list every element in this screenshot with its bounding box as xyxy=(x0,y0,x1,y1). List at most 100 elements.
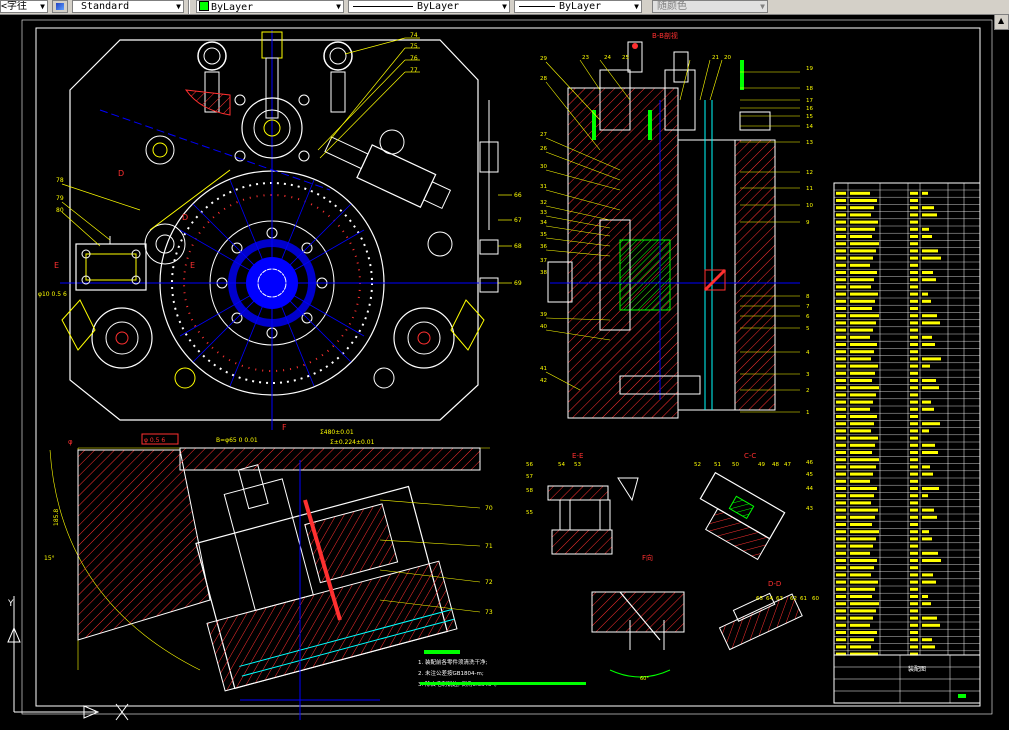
color-combo[interactable]: ByLayer ▼ xyxy=(196,0,344,13)
parts-row-text xyxy=(922,638,932,642)
parts-row-text xyxy=(836,501,846,505)
d-mark: D xyxy=(118,169,124,178)
balloon-text: 15 xyxy=(806,114,813,120)
parts-row-text xyxy=(910,623,918,627)
dim-sub: Σ±0.224±0.01 xyxy=(330,439,375,446)
parts-row-text xyxy=(910,616,918,620)
parts-row-text xyxy=(850,249,876,253)
parts-row-text xyxy=(910,458,918,462)
parts-row-text xyxy=(850,379,872,382)
parts-row-text xyxy=(922,278,936,282)
parts-row-text xyxy=(910,235,918,238)
parts-row-text xyxy=(836,350,846,354)
parts-row-text xyxy=(836,515,846,519)
text-style-combo[interactable]: Standard ▼ xyxy=(72,0,184,13)
d-mark: D xyxy=(182,213,188,222)
balloon-text: 42 xyxy=(540,378,547,384)
svg-text:Y: Y xyxy=(7,599,14,609)
text-style-icon[interactable] xyxy=(52,0,68,13)
parts-row-text xyxy=(922,443,935,447)
parts-row-text xyxy=(850,371,875,375)
parts-row-text xyxy=(850,263,870,267)
balloon-text: 7 xyxy=(806,304,810,310)
balloon-text: 51 xyxy=(714,462,721,468)
parts-row-text xyxy=(836,451,846,454)
balloon-text: 5 xyxy=(806,326,810,332)
parts-row-text xyxy=(922,292,928,296)
parts-row-text xyxy=(850,422,874,426)
parts-row-text xyxy=(850,573,871,577)
dropdown-arrow-icon: ▼ xyxy=(176,2,181,11)
parts-row-text xyxy=(850,544,873,548)
parts-row-text xyxy=(922,645,935,649)
detail-cc: C-C xyxy=(699,452,786,561)
parts-row-text xyxy=(836,407,846,411)
parts-row-text xyxy=(850,479,870,483)
parts-row-text xyxy=(850,386,879,390)
parts-row-text xyxy=(836,357,846,361)
balloon-text: 32 xyxy=(540,200,547,206)
parts-row-text xyxy=(836,487,846,490)
parts-row-text xyxy=(910,386,918,390)
parts-row-text xyxy=(910,559,918,562)
f-arrow-label: F xyxy=(282,423,287,432)
ref-dimension: φ10 0.5 6 xyxy=(38,291,67,298)
title-block: 装配图 xyxy=(833,654,981,704)
balloon-text: 11 xyxy=(806,186,813,192)
parts-row-text xyxy=(850,551,870,555)
balloon-text: 71 xyxy=(485,543,493,550)
parts-row-text xyxy=(910,523,918,526)
linetype-scale-combo[interactable]: <字往 ▼ xyxy=(0,0,48,13)
parts-row-text xyxy=(850,213,871,217)
balloon-text: 25 xyxy=(622,55,629,61)
parts-row-text xyxy=(850,364,878,368)
parts-row-text xyxy=(836,314,846,318)
balloon-text: 24 xyxy=(604,55,611,61)
section-view-bb: B-B剖视 xyxy=(547,31,800,419)
scroll-up-arrow-icon[interactable] xyxy=(994,14,1009,30)
parts-row-text xyxy=(910,400,918,404)
balloon-text: 60 xyxy=(812,596,819,602)
plot-style-combo[interactable]: 随颜色 ▼ xyxy=(652,0,768,13)
parts-row-text xyxy=(850,458,879,462)
parts-row-text xyxy=(910,530,918,534)
balloon-text: 77 xyxy=(410,67,418,74)
parts-row-text xyxy=(910,220,918,224)
linetype-combo[interactable]: ByLayer ▼ xyxy=(348,0,510,13)
balloon-text: 37 xyxy=(540,258,547,264)
parts-row-text xyxy=(836,436,846,440)
dropdown-arrow-icon: ▼ xyxy=(502,2,507,11)
parts-row-text xyxy=(850,638,874,642)
parts-row-text xyxy=(910,278,918,282)
parts-row-text xyxy=(836,292,846,296)
parts-row-text xyxy=(850,623,870,627)
parts-row-text xyxy=(836,609,846,613)
parts-row-text xyxy=(850,559,877,562)
dropdown-arrow-icon: ▼ xyxy=(634,2,639,11)
parts-row-text xyxy=(922,256,941,260)
balloon-text: 70 xyxy=(485,505,493,512)
color-swatch-icon xyxy=(199,1,209,11)
parts-row-text xyxy=(910,487,918,490)
parts-row-text xyxy=(922,357,941,361)
parts-row-text xyxy=(922,602,931,606)
drawing-canvas[interactable]: 74 75 76 77 78 79 80 66 67 68 69 D D E E… xyxy=(0,14,994,730)
parts-row-text xyxy=(836,364,846,368)
parts-row-text xyxy=(910,343,918,346)
parts-row-text xyxy=(850,350,874,354)
lineweight-combo[interactable]: ByLayer ▼ xyxy=(514,0,642,13)
parts-row-text xyxy=(910,501,918,505)
balloon-text: 67 xyxy=(514,217,522,224)
parts-row-text xyxy=(850,235,872,238)
parts-row-text xyxy=(836,616,846,620)
parts-row-text xyxy=(922,573,933,577)
balloon-text: 45 xyxy=(806,472,813,478)
parts-row-text xyxy=(922,515,937,519)
parts-row-text xyxy=(922,530,929,534)
parts-row-text xyxy=(836,631,846,634)
parts-row-text xyxy=(850,191,870,195)
parts-row-text xyxy=(922,191,928,195)
parts-row-text xyxy=(910,364,918,368)
parts-row-text xyxy=(910,645,918,649)
parts-row-text xyxy=(850,602,879,606)
